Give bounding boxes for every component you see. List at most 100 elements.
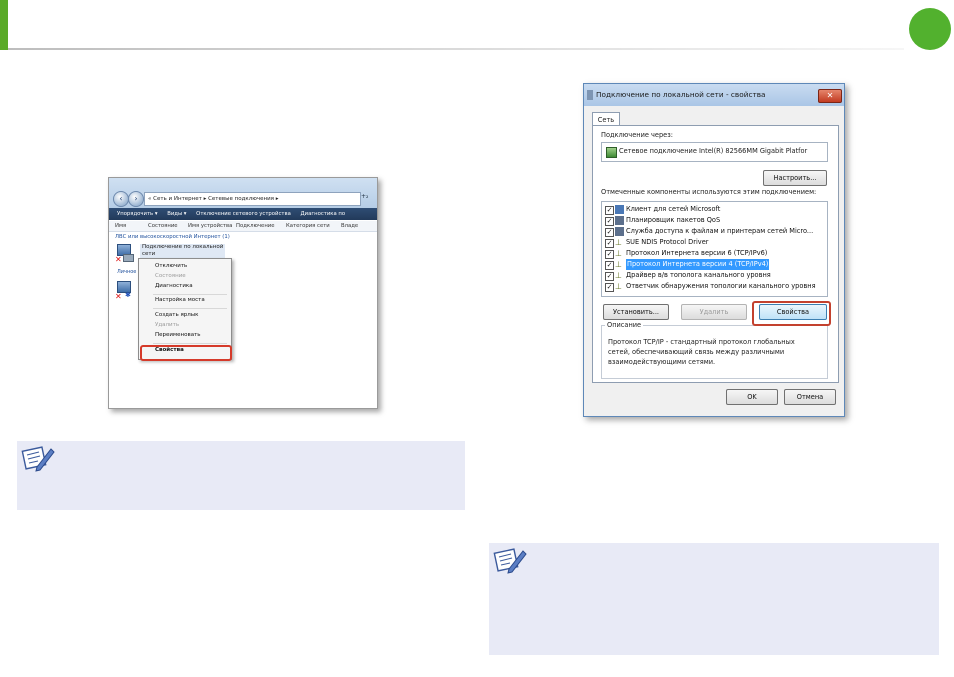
toolbar-views[interactable]: Виды ▾ [167,211,186,217]
cancel-button[interactable]: Отмена [784,389,836,405]
adapter-name: Сетевое подключение Intel(R) 82566MM Gig… [619,147,808,155]
network-connections-window: ‹ › « Сеть и Интернет ▸ Сетевые подключе… [108,177,378,409]
protocol-icon: ⊥ [615,249,622,258]
list-item-label: Драйвер в/в тополога канального уровня [626,271,771,279]
list-item[interactable]: ✓ ⊥ Протокол Интернета версии 6 (TCP/IPv6) [605,248,823,259]
list-item-label: Клиент для сетей Microsoft [626,205,721,213]
note-box-right [489,543,939,655]
lan-connection-name-line1: Подключение по локальной [142,244,224,250]
list-item-label: Планировщик пакетов QoS [626,216,721,224]
checkbox[interactable]: ✓ [605,239,614,248]
checkbox[interactable]: ✓ [605,272,614,281]
forward-button[interactable]: › [128,191,144,207]
list-item[interactable]: ✓ ⊥ SUE NDIS Protocol Driver [605,237,823,248]
list-item[interactable]: ✓ Клиент для сетей Microsoft [605,204,823,215]
menu-item-disable[interactable]: Отключить [155,263,187,269]
address-bar[interactable]: « Сеть и Интернет ▸ Сетевые подключения … [144,192,361,206]
disconnected-x-icon: ✕ [115,255,122,264]
column-name[interactable]: Имя [109,221,148,231]
tab-panel: Подключение через: Сетевое подключение I… [592,125,839,383]
protocol-icon: ⊥ [615,260,622,269]
connect-via-label: Подключение через: [601,131,673,139]
description-group: Описание Протокол TCP/IP - стандартный п… [601,321,828,379]
list-item[interactable]: ✓ Служба доступа к файлам и принтерам сет… [605,226,823,237]
list-item[interactable]: ✓ ⊥ Драйвер в/в тополога канального уровня [605,270,823,281]
toolbar-disable-device[interactable]: Отключение сетевого устройства [196,211,291,217]
protocol-icon: ⊥ [615,238,622,247]
explorer-titlebar: ‹ › « Сеть и Интернет ▸ Сетевые подключе… [109,178,377,208]
description-line-2: сетей, обеспечивающий связь между различ… [608,348,785,356]
service-icon [615,227,624,236]
column-status[interactable]: Состояние [148,221,188,231]
menu-separator [153,308,227,309]
list-item[interactable]: ✓ Планировщик пакетов QoS [605,215,823,226]
protocol-icon: ⊥ [615,271,622,280]
menu-separator [153,294,227,295]
dialog-titlebar: Подключение по локальной сети - свойства [584,84,844,106]
network-icon [587,90,593,100]
menu-item-delete: Удалить [155,322,180,328]
checkbox[interactable]: ✓ [605,206,614,215]
group-label: ЛВС или высокоскоростной Интернет (1) [115,234,230,240]
components-label: Отмеченные компоненты используются этим … [601,188,817,196]
client-icon [615,205,624,214]
bluetooth-icon: ✱ [125,291,131,299]
header-divider [8,48,904,50]
toolbar-organize[interactable]: Упорядочить ▾ [117,211,158,217]
menu-item-diagnose[interactable]: Диагностика [155,283,193,289]
menu-item-rename[interactable]: Переименовать [155,332,201,338]
configure-button[interactable]: Настроить... [763,170,827,186]
dialog-title: Подключение по локальной сети - свойства [596,90,766,99]
cable-icon [123,254,134,262]
list-item-label: SUE NDIS Protocol Driver [626,238,709,246]
column-device[interactable]: Имя устройства [188,221,236,231]
close-button[interactable]: ✕ [818,89,842,103]
list-item-label: Протокол Интернета версии 6 (TCP/IPv6) [626,249,768,257]
checkbox[interactable]: ✓ [605,217,614,226]
properties-button-highlight [752,301,831,326]
list-item-label: Ответчик обнаружения топологии канальног… [626,282,816,290]
note-box-left [17,441,465,510]
service-icon [615,216,624,225]
lan-connection-label[interactable]: Подключение по локальной сети [140,244,226,258]
toolbar-diagnose[interactable]: Диагностика по [301,211,346,217]
lan-connection-name-line2: сети [142,251,156,257]
column-owner[interactable]: Владе [341,221,361,231]
ok-button[interactable]: OK [726,389,778,405]
components-list: ✓ Клиент для сетей Microsoft ✓ Планировщик… [601,201,828,297]
uninstall-button: Удалить [681,304,747,320]
adapter-icon [606,147,617,158]
side-label: Личное [117,269,137,275]
description-line-3: взаимодействующими сетями. [608,358,716,366]
checkbox[interactable]: ✓ [605,261,614,270]
explorer-toolbar: Упорядочить ▾ Виды ▾ Отключение сетевого… [109,208,377,220]
properties-highlight [140,345,232,361]
checkbox[interactable]: ✓ [605,283,614,292]
header-accent-bar [0,0,8,50]
note-pencil-icon [493,548,527,574]
list-item-selected[interactable]: ✓ ⊥ Протокол Интернета версии 4 (TCP/IPv4) [605,259,823,270]
adapter-field: Сетевое подключение Intel(R) 82566MM Gig… [601,142,828,162]
refresh-icon[interactable]: +₂ [361,193,368,200]
disconnected-x-icon-2: ✕ [115,292,122,301]
menu-separator [153,343,227,344]
description-line-1: Протокол TCP/IP - стандартный протокол г… [608,338,795,346]
menu-item-status: Состояние [155,273,186,279]
menu-item-bridge[interactable]: Настройка моста [155,297,205,303]
menu-item-create-shortcut[interactable]: Создать ярлык [155,312,198,318]
column-connection[interactable]: Подключение [236,221,286,231]
note-pencil-icon [21,446,55,472]
list-item[interactable]: ✓ ⊥ Ответчик обнаружения топологии канальн… [605,281,823,292]
protocol-icon: ⊥ [615,282,622,291]
column-network-category[interactable]: Категория сети [286,221,341,231]
column-headers: Имя Состояние Имя устройства Подключение Кат… [109,221,377,232]
list-item-label: Протокол Интернета версии 4 (TCP/IPv4) [626,259,770,270]
install-button[interactable]: Установить... [603,304,669,320]
description-label: Описание [605,321,644,329]
chapter-badge [909,8,951,50]
back-button[interactable]: ‹ [113,191,129,207]
lan-properties-dialog: Подключение по локальной сети - свойства… [583,83,845,417]
checkbox[interactable]: ✓ [605,250,614,259]
list-item-label: Служба доступа к файлам и принтерам сете… [626,227,814,235]
checkbox[interactable]: ✓ [605,228,614,237]
